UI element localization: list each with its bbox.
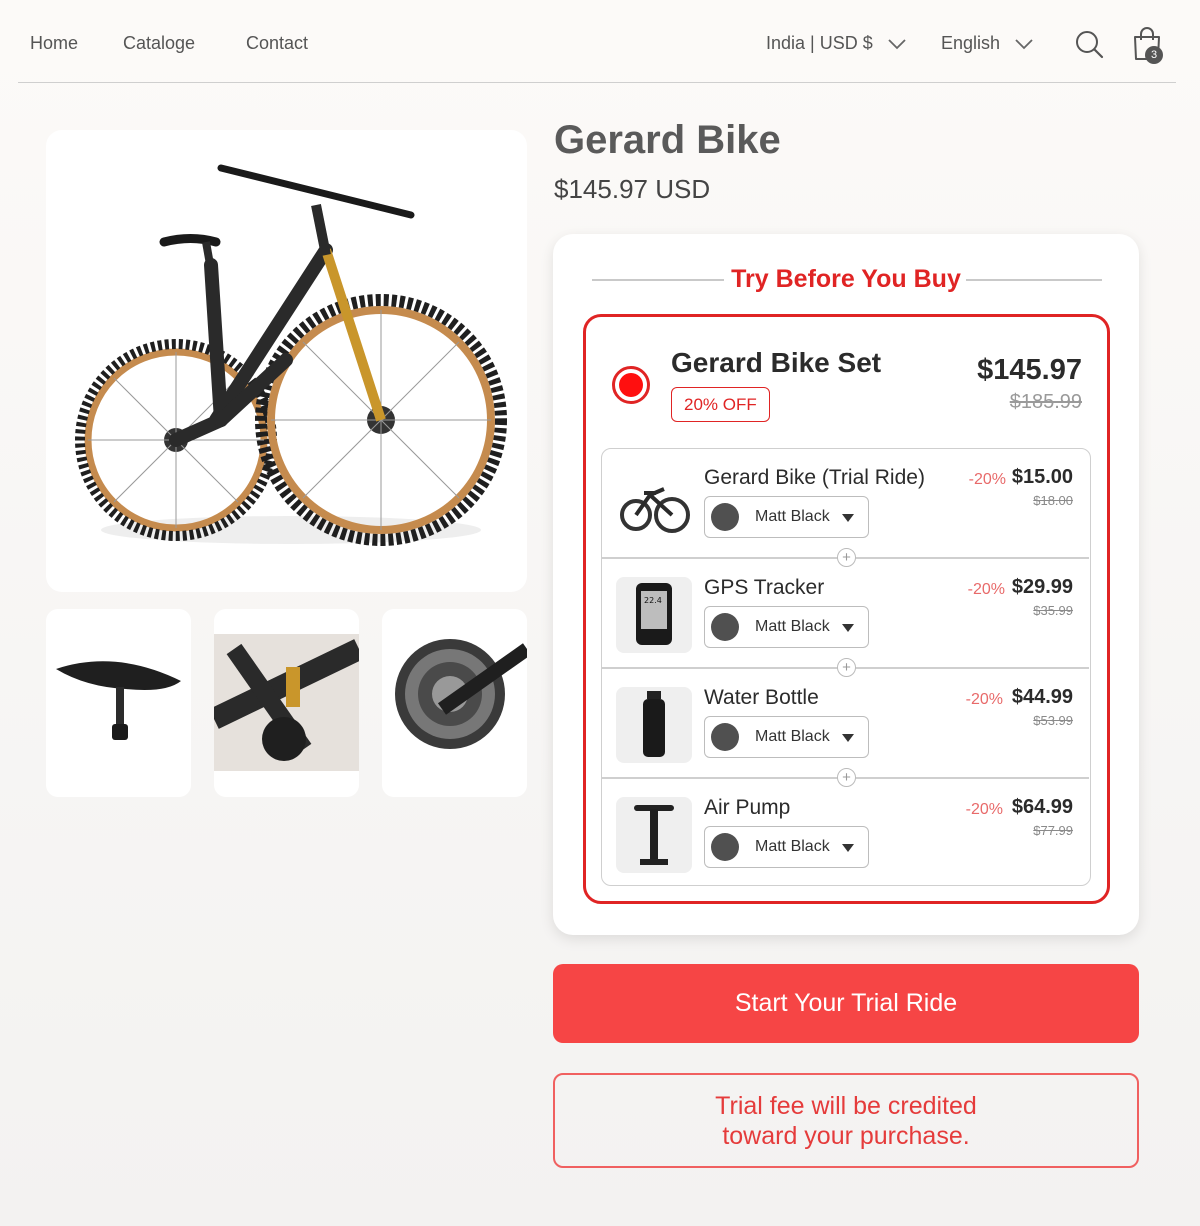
language-selector[interactable]: English — [941, 33, 1034, 54]
bundle-radio[interactable] — [612, 366, 650, 404]
variant-select[interactable]: Matt Black — [704, 716, 869, 758]
site-header: Home Cataloge Contact India | USD $ Engl… — [18, 0, 1176, 83]
item-discount: -20% — [968, 471, 1006, 488]
variant-select[interactable]: Matt Black — [704, 496, 869, 538]
trial-fee-note: Trial fee will be credited toward your p… — [553, 1073, 1139, 1168]
cart-count-badge: 3 — [1145, 46, 1163, 64]
locale-label: India | USD $ — [766, 33, 873, 53]
saddle-image — [56, 661, 181, 740]
bundle-name: Gerard Bike Set — [671, 347, 882, 378]
bundle-compare-price: $185.99 — [1009, 391, 1082, 413]
locale-selector[interactable]: India | USD $ — [766, 33, 907, 54]
thumbnail-saddle[interactable] — [46, 609, 191, 797]
item-name: Gerard Bike (Trial Ride) — [704, 466, 925, 489]
caret-down-icon — [842, 844, 854, 852]
trial-offer-card: Try Before You Buy Gerard Bike Set 20% O… — [553, 234, 1139, 935]
offer-heading: Try Before You Buy — [731, 265, 961, 293]
nav-home-link[interactable]: Home — [30, 33, 78, 54]
color-swatch — [711, 613, 739, 641]
item-name: GPS Tracker — [704, 576, 825, 599]
item-name: Air Pump — [704, 796, 791, 819]
variant-label: Matt Black — [755, 618, 830, 635]
caret-down-icon — [842, 514, 854, 522]
variant-select[interactable]: Matt Black — [704, 606, 869, 648]
variant-select[interactable]: Matt Black — [704, 826, 869, 868]
bundle-items-list: Gerard Bike (Trial Ride) Matt Black -20%… — [601, 448, 1091, 886]
item-price: $15.00 — [1011, 466, 1073, 488]
chevron-down-icon — [1015, 38, 1033, 49]
item-price: $44.99 — [1011, 686, 1073, 708]
item-compare-price: $18.00 — [1033, 493, 1073, 508]
svg-text:22.4: 22.4 — [644, 596, 662, 605]
item-price: $64.99 — [1011, 796, 1073, 818]
list-item: Water Bottle Matt Black -20% $44.99 $53.… — [602, 669, 1089, 779]
nav-contact-link[interactable]: Contact — [246, 33, 308, 54]
product-title: Gerard Bike — [554, 118, 781, 162]
variant-label: Matt Black — [755, 838, 830, 855]
pump-icon — [616, 797, 692, 873]
color-swatch — [711, 723, 739, 751]
thumbnail-frame-detail[interactable] — [214, 609, 359, 797]
item-discount: -20% — [965, 691, 1003, 708]
variant-label: Matt Black — [755, 728, 830, 745]
bike-icon — [616, 467, 692, 543]
color-swatch — [711, 833, 739, 861]
variant-label: Matt Black — [755, 508, 830, 525]
item-compare-price: $35.99 — [1033, 603, 1073, 618]
color-swatch — [711, 503, 739, 531]
main-product-image[interactable] — [46, 130, 527, 592]
item-price: $29.99 — [1011, 576, 1073, 598]
caret-down-icon — [842, 734, 854, 742]
thumbnail-cassette[interactable] — [382, 609, 527, 797]
chevron-down-icon — [888, 38, 906, 49]
language-label: English — [941, 33, 1001, 53]
list-item: 22.4 GPS Tracker Matt Black -20% $29.99 … — [602, 559, 1089, 669]
gps-icon: 22.4 — [616, 577, 692, 653]
search-icon[interactable] — [1074, 29, 1104, 59]
item-compare-price: $53.99 — [1033, 713, 1073, 728]
bundle-price: $145.97 — [977, 354, 1082, 386]
bundle-option[interactable]: Gerard Bike Set 20% OFF $145.97 $185.99 … — [583, 314, 1110, 904]
item-name: Water Bottle — [704, 686, 819, 709]
bike-illustration — [75, 164, 507, 546]
item-discount: -20% — [967, 581, 1005, 598]
trial-fee-note-text: Trial fee will be credited toward your p… — [715, 1091, 977, 1150]
start-trial-button[interactable]: Start Your Trial Ride — [553, 964, 1139, 1043]
bottle-icon — [616, 687, 692, 763]
nav-catalogue-link[interactable]: Cataloge — [123, 33, 195, 54]
caret-down-icon — [842, 624, 854, 632]
frame-detail-image — [214, 634, 359, 771]
list-item: Gerard Bike (Trial Ride) Matt Black -20%… — [602, 449, 1089, 559]
discount-badge: 20% OFF — [671, 387, 770, 422]
item-compare-price: $77.99 — [1033, 823, 1073, 838]
list-item: Air Pump Matt Black -20% $64.99 $77.99 — [602, 779, 1089, 889]
cassette-image — [395, 639, 527, 749]
radio-selected-dot — [619, 373, 643, 397]
product-price: $145.97 USD — [554, 174, 711, 204]
item-discount: -20% — [965, 801, 1003, 818]
